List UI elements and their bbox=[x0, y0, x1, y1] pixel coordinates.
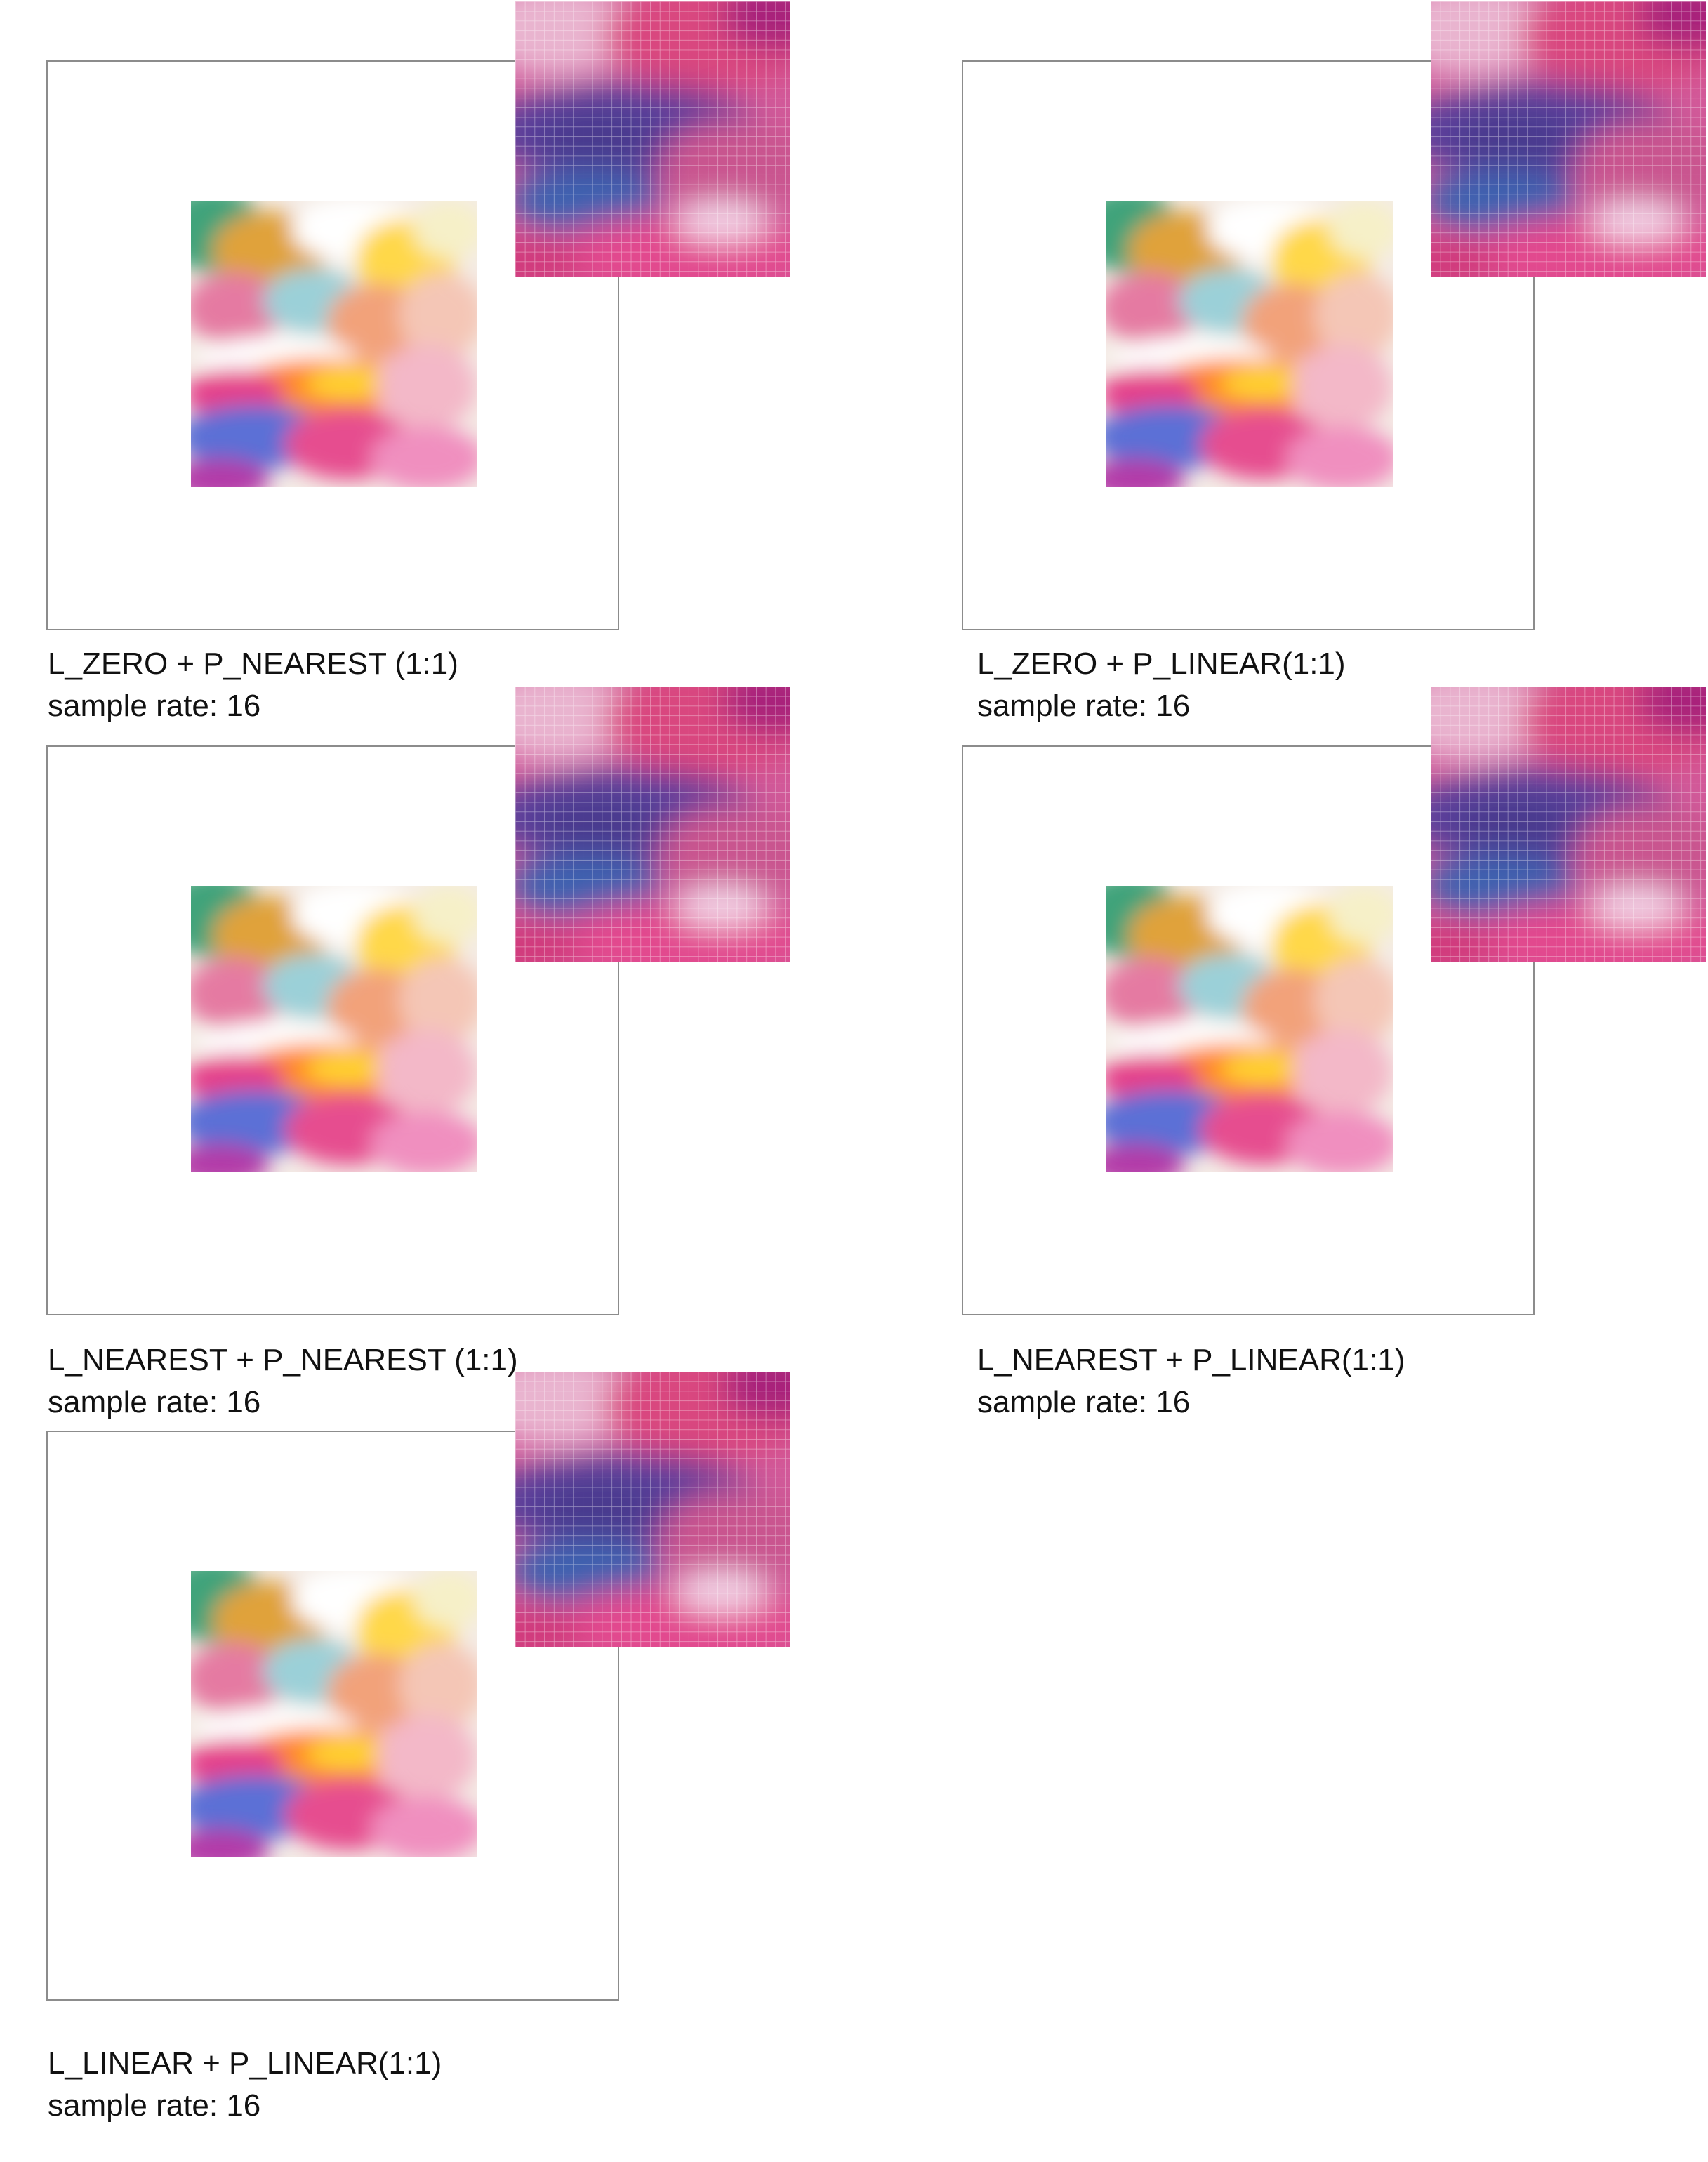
zoom-inset-image bbox=[515, 1, 790, 277]
panel-caption: L_NEAREST + P_NEAREST (1:1) sample rate:… bbox=[48, 1339, 518, 1424]
panel-caption: L_LINEAR + P_LINEAR(1:1) sample rate: 16 bbox=[48, 2043, 442, 2127]
zoom-inset-image bbox=[1431, 1, 1706, 277]
panel-subtitle: sample rate: 16 bbox=[48, 689, 261, 723]
panel-title: L_LINEAR + P_LINEAR(1:1) bbox=[48, 2046, 442, 2081]
panel-subtitle: sample rate: 16 bbox=[977, 1385, 1191, 1419]
panel-subtitle: sample rate: 16 bbox=[977, 689, 1191, 723]
panel-subtitle: sample rate: 16 bbox=[48, 1385, 261, 1419]
panel-title: L_NEAREST + P_NEAREST (1:1) bbox=[48, 1343, 518, 1377]
panel-title: L_NEAREST + P_LINEAR(1:1) bbox=[977, 1343, 1405, 1377]
painting-image bbox=[191, 201, 477, 487]
zoom-inset-image bbox=[1431, 687, 1706, 962]
panel-caption: L_ZERO + P_LINEAR(1:1) sample rate: 16 bbox=[977, 643, 1346, 727]
zoom-inset-image bbox=[515, 1372, 790, 1647]
panel-title: L_ZERO + P_LINEAR(1:1) bbox=[977, 646, 1346, 681]
zoom-inset-image bbox=[515, 687, 790, 962]
painting-image bbox=[1106, 886, 1393, 1172]
painting-image bbox=[191, 1571, 477, 1857]
panel-subtitle: sample rate: 16 bbox=[48, 2088, 261, 2123]
panel-caption: L_ZERO + P_NEAREST (1:1) sample rate: 16 bbox=[48, 643, 458, 727]
painting-image bbox=[191, 886, 477, 1172]
panel-title: L_ZERO + P_NEAREST (1:1) bbox=[48, 646, 458, 681]
painting-image bbox=[1106, 201, 1393, 487]
panel-caption: L_NEAREST + P_LINEAR(1:1) sample rate: 1… bbox=[977, 1339, 1405, 1424]
